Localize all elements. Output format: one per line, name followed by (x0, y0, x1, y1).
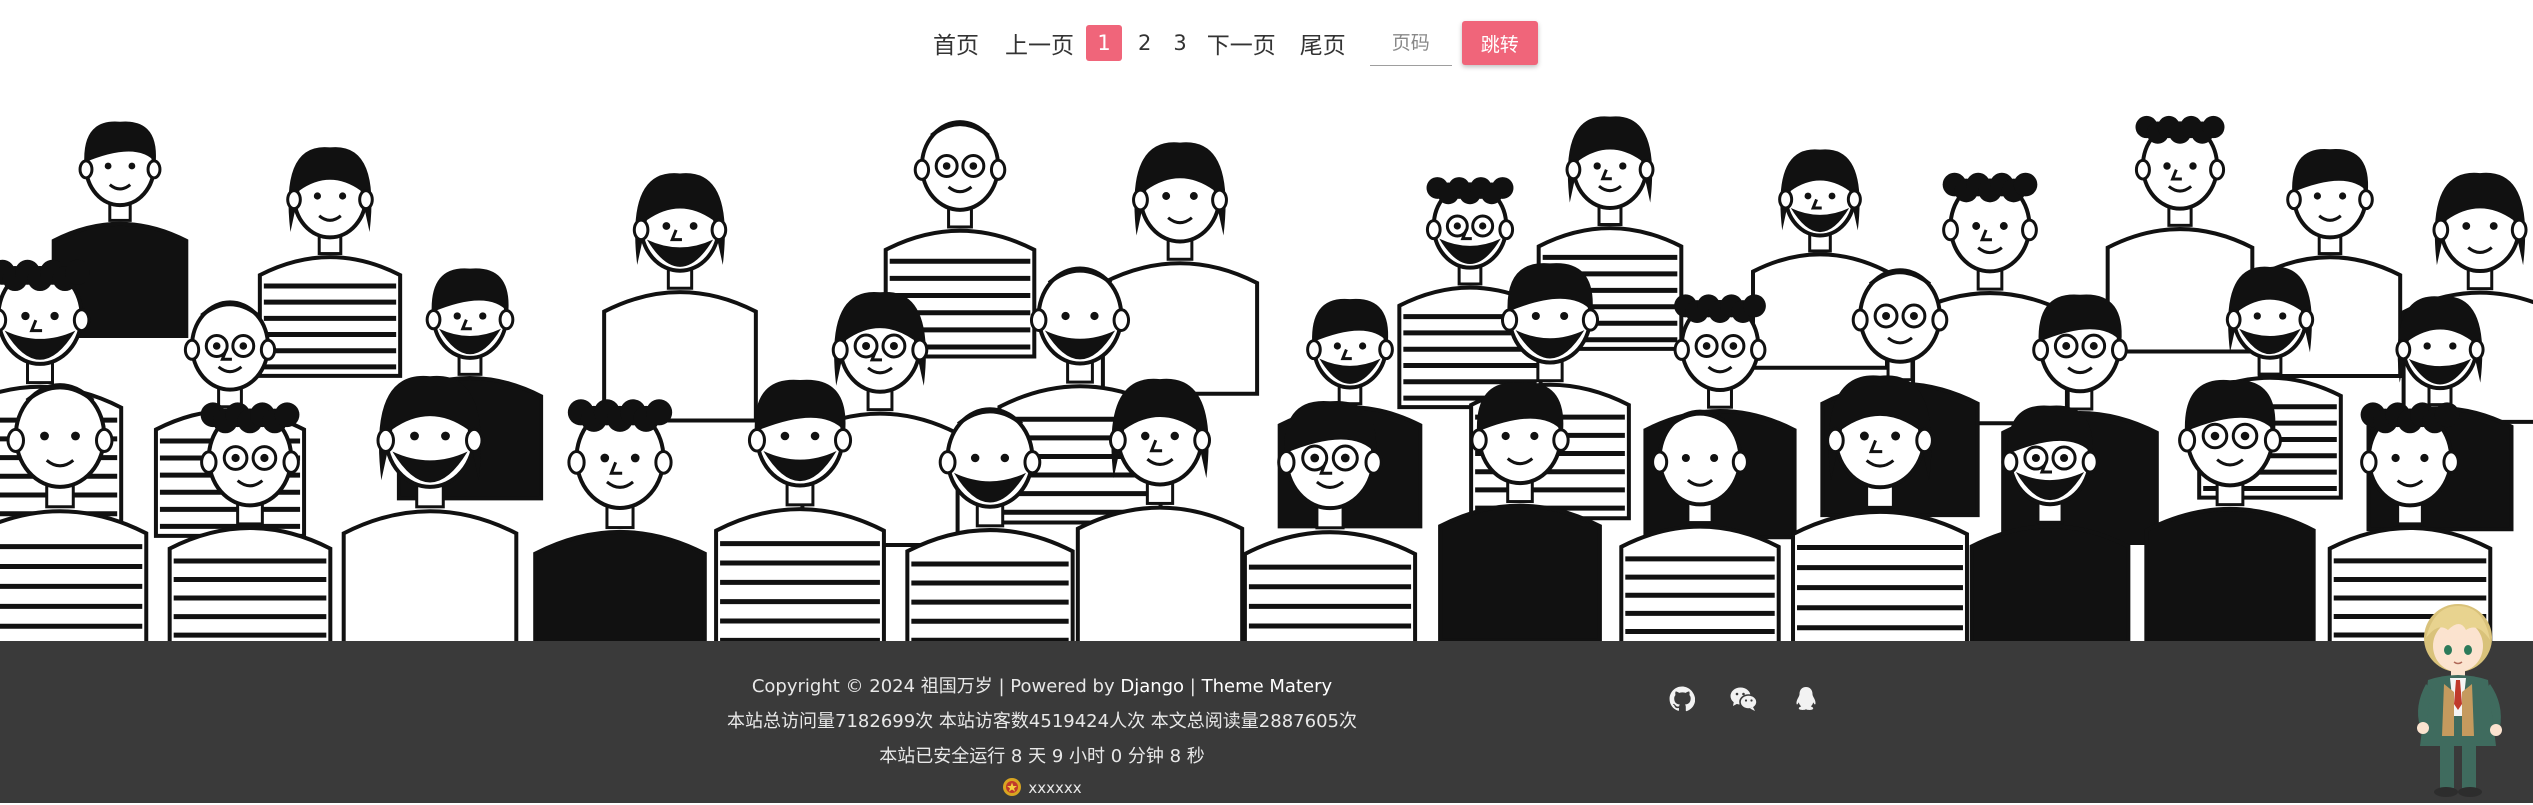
github-icon[interactable] (1668, 685, 1696, 713)
qq-icon[interactable] (1792, 685, 1820, 713)
site-uptime: 本站已安全运行 8 天 9 小时 0 分钟 8 秒 (879, 746, 1205, 767)
crowd-person (602, 173, 758, 423)
social-links (1668, 685, 1820, 713)
crowd-person (1100, 142, 1260, 396)
beian-line[interactable]: xxxxxx (0, 777, 2084, 797)
crowd-drawing (0, 115, 2533, 641)
police-badge-icon (1002, 777, 1022, 797)
copyright-text: Copyright © 2024 祖国万岁 | Powered by (751, 676, 1121, 697)
page-number-input[interactable] (1369, 20, 1452, 66)
next-page-link[interactable]: 下一页 (1207, 26, 1276, 60)
prev-page-link[interactable]: 上一页 (1005, 26, 1074, 60)
mascot-character[interactable] (2396, 596, 2516, 801)
last-page-link[interactable]: 尾页 (1300, 26, 1346, 60)
page-number-current[interactable]: 1 (1086, 25, 1122, 61)
jump-button[interactable]: 跳转 (1461, 21, 1538, 65)
pagination: 首页 上一页 1 2 3 下一页 尾页 跳转 (933, 20, 1538, 66)
wechat-icon[interactable] (1730, 685, 1758, 713)
beian-number[interactable]: xxxxxx (1028, 779, 1081, 797)
first-page-link[interactable]: 首页 (933, 26, 979, 60)
page-number-2[interactable]: 2 (1138, 31, 1151, 55)
django-link[interactable]: Django (1120, 676, 1184, 697)
page-number-3[interactable]: 3 (1173, 31, 1186, 55)
copyright-separator: | (1184, 676, 1202, 697)
crowd-person (257, 147, 403, 378)
crowd-person (533, 399, 707, 641)
site-footer: Copyright © 2024 祖国万岁 | Powered by Djang… (0, 641, 2533, 803)
theme-matery-link[interactable]: Theme Matery (1202, 676, 1333, 697)
crowd-illustration (0, 96, 2533, 641)
